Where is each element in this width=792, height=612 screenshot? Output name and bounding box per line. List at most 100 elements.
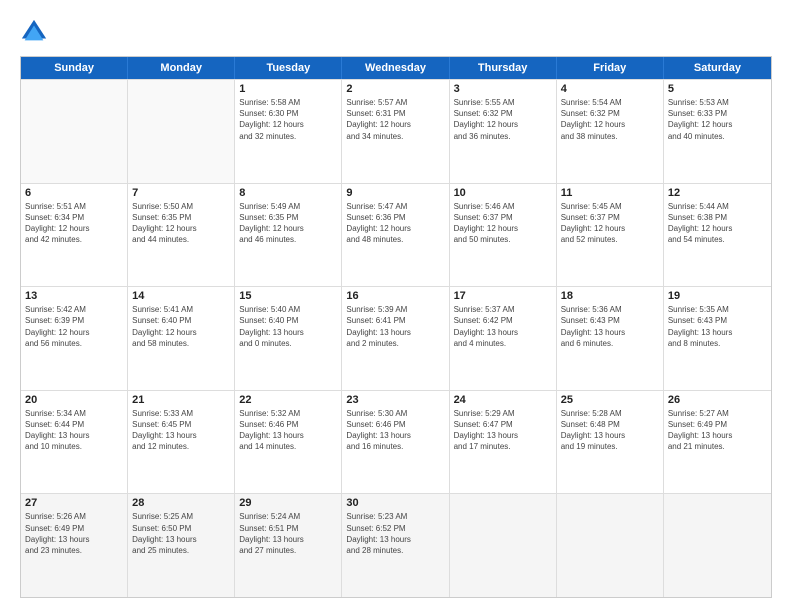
calendar-row-2: 6 Sunrise: 5:51 AM Sunset: 6:34 PM Daylig… xyxy=(21,183,771,287)
calendar-day-13: 13 Sunrise: 5:42 AM Sunset: 6:39 PM Dayli… xyxy=(21,287,128,390)
day-info: Sunrise: 5:50 AM Sunset: 6:35 PM Dayligh… xyxy=(132,201,230,246)
day-of-week-sunday: Sunday xyxy=(21,57,128,79)
day-info: Sunrise: 5:58 AM Sunset: 6:30 PM Dayligh… xyxy=(239,97,337,142)
page: SundayMondayTuesdayWednesdayThursdayFrid… xyxy=(0,0,792,612)
day-info: Sunrise: 5:44 AM Sunset: 6:38 PM Dayligh… xyxy=(668,201,767,246)
day-of-week-saturday: Saturday xyxy=(664,57,771,79)
day-info: Sunrise: 5:45 AM Sunset: 6:37 PM Dayligh… xyxy=(561,201,659,246)
calendar-day-18: 18Sunrise: 5:36 AM Sunset: 6:43 PM Dayli… xyxy=(557,287,664,390)
calendar-day-14: 14 Sunrise: 5:41 AM Sunset: 6:40 PM Dayli… xyxy=(128,287,235,390)
day-number: 3 xyxy=(454,83,552,95)
day-info: Sunrise: 5:34 AM Sunset: 6:44 PM Dayligh… xyxy=(25,408,123,453)
day-number: 22 xyxy=(239,394,337,406)
calendar-day-30: 30Sunrise: 5:23 AM Sunset: 6:52 PM Dayli… xyxy=(342,494,449,597)
calendar-day-20: 20 Sunrise: 5:34 AM Sunset: 6:44 PM Dayli… xyxy=(21,391,128,494)
day-info: Sunrise: 5:46 AM Sunset: 6:37 PM Dayligh… xyxy=(454,201,552,246)
calendar-row-1: 1 Sunrise: 5:58 AM Sunset: 6:30 PM Daylig… xyxy=(21,79,771,183)
day-info: Sunrise: 5:41 AM Sunset: 6:40 PM Dayligh… xyxy=(132,304,230,349)
calendar-day-19: 19Sunrise: 5:35 AM Sunset: 6:43 PM Dayli… xyxy=(664,287,771,390)
day-number: 16 xyxy=(346,290,444,302)
calendar-row-4: 20 Sunrise: 5:34 AM Sunset: 6:44 PM Dayli… xyxy=(21,390,771,494)
day-info: Sunrise: 5:29 AM Sunset: 6:47 PM Dayligh… xyxy=(454,408,552,453)
day-number: 25 xyxy=(561,394,659,406)
day-info: Sunrise: 5:35 AM Sunset: 6:43 PM Dayligh… xyxy=(668,304,767,349)
day-info: Sunrise: 5:32 AM Sunset: 6:46 PM Dayligh… xyxy=(239,408,337,453)
day-number: 7 xyxy=(132,187,230,199)
day-number: 21 xyxy=(132,394,230,406)
logo xyxy=(20,18,52,46)
calendar-day-6: 6 Sunrise: 5:51 AM Sunset: 6:34 PM Daylig… xyxy=(21,184,128,287)
calendar-day-2: 2 Sunrise: 5:57 AM Sunset: 6:31 PM Daylig… xyxy=(342,80,449,183)
day-number: 8 xyxy=(239,187,337,199)
calendar-day-4: 4 Sunrise: 5:54 AM Sunset: 6:32 PM Daylig… xyxy=(557,80,664,183)
day-number: 1 xyxy=(239,83,337,95)
calendar-body: 1 Sunrise: 5:58 AM Sunset: 6:30 PM Daylig… xyxy=(21,79,771,597)
day-info: Sunrise: 5:37 AM Sunset: 6:42 PM Dayligh… xyxy=(454,304,552,349)
calendar-day-15: 15Sunrise: 5:40 AM Sunset: 6:40 PM Dayli… xyxy=(235,287,342,390)
day-number: 24 xyxy=(454,394,552,406)
day-info: Sunrise: 5:54 AM Sunset: 6:32 PM Dayligh… xyxy=(561,97,659,142)
day-number: 6 xyxy=(25,187,123,199)
day-info: Sunrise: 5:26 AM Sunset: 6:49 PM Dayligh… xyxy=(25,511,123,556)
day-number: 5 xyxy=(668,83,767,95)
day-info: Sunrise: 5:53 AM Sunset: 6:33 PM Dayligh… xyxy=(668,97,767,142)
day-of-week-wednesday: Wednesday xyxy=(342,57,449,79)
calendar-day-25: 25Sunrise: 5:28 AM Sunset: 6:48 PM Dayli… xyxy=(557,391,664,494)
day-info: Sunrise: 5:27 AM Sunset: 6:49 PM Dayligh… xyxy=(668,408,767,453)
calendar-day-12: 12 Sunrise: 5:44 AM Sunset: 6:38 PM Dayli… xyxy=(664,184,771,287)
calendar-empty-cell xyxy=(557,494,664,597)
day-number: 14 xyxy=(132,290,230,302)
day-info: Sunrise: 5:55 AM Sunset: 6:32 PM Dayligh… xyxy=(454,97,552,142)
day-number: 13 xyxy=(25,290,123,302)
calendar-empty-cell xyxy=(21,80,128,183)
day-number: 28 xyxy=(132,497,230,509)
calendar-day-17: 17 Sunrise: 5:37 AM Sunset: 6:42 PM Dayli… xyxy=(450,287,557,390)
day-number: 23 xyxy=(346,394,444,406)
logo-icon xyxy=(20,18,48,46)
day-info: Sunrise: 5:39 AM Sunset: 6:41 PM Dayligh… xyxy=(346,304,444,349)
day-info: Sunrise: 5:57 AM Sunset: 6:31 PM Dayligh… xyxy=(346,97,444,142)
day-of-week-tuesday: Tuesday xyxy=(235,57,342,79)
day-info: Sunrise: 5:47 AM Sunset: 6:36 PM Dayligh… xyxy=(346,201,444,246)
calendar-day-10: 10 Sunrise: 5:46 AM Sunset: 6:37 PM Dayli… xyxy=(450,184,557,287)
calendar-day-5: 5 Sunrise: 5:53 AM Sunset: 6:33 PM Daylig… xyxy=(664,80,771,183)
day-info: Sunrise: 5:51 AM Sunset: 6:34 PM Dayligh… xyxy=(25,201,123,246)
day-number: 18 xyxy=(561,290,659,302)
calendar-day-1: 1 Sunrise: 5:58 AM Sunset: 6:30 PM Daylig… xyxy=(235,80,342,183)
day-info: Sunrise: 5:30 AM Sunset: 6:46 PM Dayligh… xyxy=(346,408,444,453)
calendar-day-9: 9 Sunrise: 5:47 AM Sunset: 6:36 PM Daylig… xyxy=(342,184,449,287)
calendar-day-8: 8 Sunrise: 5:49 AM Sunset: 6:35 PM Daylig… xyxy=(235,184,342,287)
calendar-day-22: 22 Sunrise: 5:32 AM Sunset: 6:46 PM Dayli… xyxy=(235,391,342,494)
day-info: Sunrise: 5:42 AM Sunset: 6:39 PM Dayligh… xyxy=(25,304,123,349)
calendar-day-7: 7 Sunrise: 5:50 AM Sunset: 6:35 PM Daylig… xyxy=(128,184,235,287)
calendar-empty-cell xyxy=(450,494,557,597)
calendar-day-23: 23 Sunrise: 5:30 AM Sunset: 6:46 PM Dayli… xyxy=(342,391,449,494)
calendar-day-28: 28Sunrise: 5:25 AM Sunset: 6:50 PM Dayli… xyxy=(128,494,235,597)
day-number: 20 xyxy=(25,394,123,406)
header xyxy=(20,18,772,46)
calendar-day-29: 29Sunrise: 5:24 AM Sunset: 6:51 PM Dayli… xyxy=(235,494,342,597)
calendar-header: SundayMondayTuesdayWednesdayThursdayFrid… xyxy=(21,57,771,79)
calendar-day-24: 24 Sunrise: 5:29 AM Sunset: 6:47 PM Dayli… xyxy=(450,391,557,494)
calendar-row-5: 27Sunrise: 5:26 AM Sunset: 6:49 PM Dayli… xyxy=(21,493,771,597)
day-number: 12 xyxy=(668,187,767,199)
day-number: 15 xyxy=(239,290,337,302)
calendar-day-21: 21 Sunrise: 5:33 AM Sunset: 6:45 PM Dayli… xyxy=(128,391,235,494)
calendar-empty-cell xyxy=(128,80,235,183)
day-info: Sunrise: 5:49 AM Sunset: 6:35 PM Dayligh… xyxy=(239,201,337,246)
day-number: 4 xyxy=(561,83,659,95)
calendar-day-26: 26Sunrise: 5:27 AM Sunset: 6:49 PM Dayli… xyxy=(664,391,771,494)
day-info: Sunrise: 5:23 AM Sunset: 6:52 PM Dayligh… xyxy=(346,511,444,556)
day-number: 17 xyxy=(454,290,552,302)
day-of-week-thursday: Thursday xyxy=(450,57,557,79)
day-info: Sunrise: 5:33 AM Sunset: 6:45 PM Dayligh… xyxy=(132,408,230,453)
calendar-day-27: 27Sunrise: 5:26 AM Sunset: 6:49 PM Dayli… xyxy=(21,494,128,597)
day-number: 2 xyxy=(346,83,444,95)
day-number: 9 xyxy=(346,187,444,199)
day-number: 10 xyxy=(454,187,552,199)
calendar-day-11: 11Sunrise: 5:45 AM Sunset: 6:37 PM Dayli… xyxy=(557,184,664,287)
day-number: 29 xyxy=(239,497,337,509)
day-of-week-friday: Friday xyxy=(557,57,664,79)
calendar-day-3: 3 Sunrise: 5:55 AM Sunset: 6:32 PM Daylig… xyxy=(450,80,557,183)
calendar-empty-cell xyxy=(664,494,771,597)
